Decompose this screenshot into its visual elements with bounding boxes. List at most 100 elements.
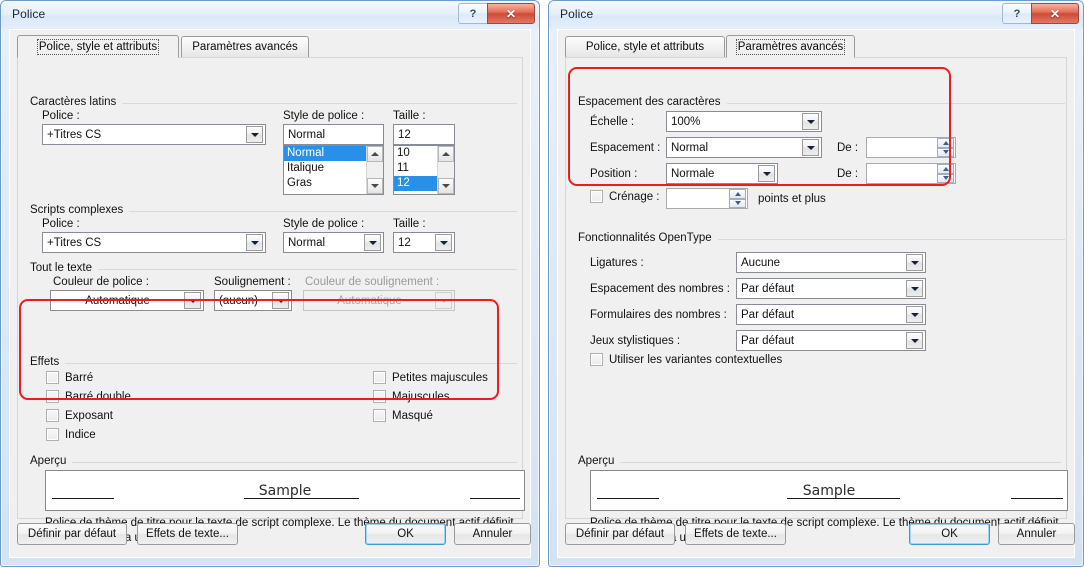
help-icon[interactable]: ? <box>1002 3 1031 24</box>
spinner-position-de[interactable] <box>866 163 956 184</box>
combo-echelle[interactable]: 100% <box>666 111 822 132</box>
combo-position[interactable]: Normale <box>666 163 778 184</box>
scroll-up-icon[interactable] <box>438 146 454 162</box>
spinner-down-icon[interactable] <box>729 198 746 208</box>
chevron-down-icon[interactable] <box>906 306 923 323</box>
chevron-down-icon[interactable] <box>906 254 923 271</box>
combo-style-complexe[interactable]: Normal <box>283 232 384 253</box>
combo-couleur-police[interactable]: Automatique <box>50 290 204 311</box>
chevron-down-icon[interactable] <box>435 234 452 251</box>
checkbox-exposant[interactable]: Exposant <box>46 409 113 422</box>
spinner-espacement-de[interactable] <box>866 137 956 158</box>
checkbox-box[interactable] <box>590 190 603 203</box>
checkbox-barre-double[interactable]: Barré double <box>46 390 131 403</box>
text-effects-button[interactable]: Effets de texte... <box>685 523 786 545</box>
combo-value: Normal <box>288 236 326 249</box>
checkbox-box[interactable] <box>46 428 59 441</box>
checkbox-box[interactable] <box>373 390 386 403</box>
combo-soulignement[interactable]: (aucun) <box>214 290 292 311</box>
tab-police-style-attributs[interactable]: Police, style et attributs <box>565 36 725 57</box>
chevron-down-icon[interactable] <box>184 292 201 309</box>
combo-espacement-nombres[interactable]: Par défaut <box>736 278 926 299</box>
combo-police-complexe[interactable]: +Titres CS <box>42 232 266 253</box>
combo-police-latin[interactable]: +Titres CS <box>42 124 266 145</box>
label-text: Couleur de police : <box>53 276 149 288</box>
chevron-down-icon[interactable] <box>758 165 775 182</box>
spinner-buttons[interactable] <box>937 138 954 157</box>
tab-police-style-attributs[interactable]: Police, style et attributs <box>17 35 179 58</box>
checkbox-box[interactable] <box>373 371 386 384</box>
combo-espacement[interactable]: Normal <box>666 137 822 158</box>
scroll-down-icon[interactable] <box>367 178 383 194</box>
button-label: Effets de texte... <box>694 528 777 540</box>
chevron-down-icon[interactable] <box>802 113 819 130</box>
tab-parametres-avances[interactable]: Paramètres avancés <box>726 35 855 58</box>
list-item[interactable]: 12 <box>394 176 437 191</box>
spinner-up-icon[interactable] <box>937 164 954 174</box>
combo-jeux-stylistiques[interactable]: Par défaut <box>736 330 926 351</box>
checkbox-box[interactable] <box>46 371 59 384</box>
preview-sample-text: Sample <box>802 482 856 499</box>
checkbox-box[interactable] <box>46 409 59 422</box>
chevron-down-icon[interactable] <box>246 126 263 143</box>
checkbox-crenage[interactable]: Crénage : <box>590 190 660 203</box>
checkbox-variantes-contextuelles[interactable]: Utiliser les variantes contextuelles <box>590 353 782 366</box>
spinner-buttons[interactable] <box>937 164 954 183</box>
chevron-down-icon[interactable] <box>246 234 263 251</box>
scroll-down-icon[interactable] <box>438 178 454 194</box>
tab-parametres-avances[interactable]: Paramètres avancés <box>181 36 309 57</box>
list-item[interactable]: 11 <box>394 161 437 176</box>
checkbox-majuscules[interactable]: Majuscules <box>373 390 450 403</box>
spinner-down-icon[interactable] <box>937 147 954 157</box>
help-icon[interactable]: ? <box>458 3 487 24</box>
checkbox-petites-majuscules[interactable]: Petites majuscules <box>373 371 488 384</box>
spinner-buttons[interactable] <box>729 189 746 208</box>
textbox-style-latin[interactable]: Normal <box>283 124 384 145</box>
spinner-up-icon[interactable] <box>729 189 746 199</box>
text-effects-button[interactable]: Effets de texte... <box>137 523 238 545</box>
checkbox-box[interactable] <box>373 409 386 422</box>
listbox-taille-latin[interactable]: 10 11 12 <box>393 145 455 195</box>
checkbox-indice[interactable]: Indice <box>46 428 96 441</box>
group-divider <box>30 269 517 270</box>
textbox-taille-latin[interactable]: 12 <box>393 124 455 145</box>
scroll-up-icon[interactable] <box>367 146 383 162</box>
checkbox-label: Majuscules <box>392 390 450 403</box>
set-default-button[interactable]: Définir par défaut <box>565 523 675 545</box>
titlebar-left[interactable]: Police ? ✕ <box>1 1 539 29</box>
chevron-down-icon[interactable] <box>272 292 289 309</box>
chevron-down-icon[interactable] <box>802 139 819 156</box>
list-item[interactable]: 10 <box>394 146 437 161</box>
list-item[interactable]: Normal <box>284 146 366 161</box>
titlebar-right[interactable]: Police ? ✕ <box>549 1 1083 29</box>
scrollbar-vertical[interactable] <box>366 146 383 194</box>
ok-button[interactable]: OK <box>365 523 446 545</box>
ok-button[interactable]: OK <box>909 523 990 545</box>
checkbox-box[interactable] <box>590 353 603 366</box>
list-item[interactable]: Italique <box>284 161 366 176</box>
combo-formulaires-nombres[interactable]: Par défaut <box>736 304 926 325</box>
combo-ligatures[interactable]: Aucune <box>736 252 926 273</box>
checkbox-barre[interactable]: Barré <box>46 371 93 384</box>
list-item[interactable]: Gras <box>284 176 366 191</box>
close-icon[interactable]: ✕ <box>1031 3 1079 24</box>
chevron-down-icon[interactable] <box>906 332 923 349</box>
checkbox-label: Utiliser les variantes contextuelles <box>609 353 783 366</box>
chevron-down-icon[interactable] <box>364 234 381 251</box>
spinner-crenage[interactable] <box>666 188 748 209</box>
spinner-up-icon[interactable] <box>937 138 954 148</box>
listbox-style-latin[interactable]: Normal Italique Gras <box>283 145 384 195</box>
spinner-down-icon[interactable] <box>937 173 954 183</box>
label-text: Police : <box>42 218 80 230</box>
set-default-button[interactable]: Définir par défaut <box>17 523 127 545</box>
checkbox-box[interactable] <box>46 390 59 403</box>
chevron-down-icon[interactable] <box>906 280 923 297</box>
group-title: Espacement des caractères <box>578 96 727 108</box>
close-icon[interactable]: ✕ <box>487 3 535 24</box>
combo-taille-complexe[interactable]: 12 <box>393 232 455 253</box>
font-dialog-left: Police ? ✕ Police, style et attributs Pa… <box>0 0 540 567</box>
scrollbar-vertical[interactable] <box>437 146 454 194</box>
checkbox-masque[interactable]: Masqué <box>373 409 433 422</box>
cancel-button[interactable]: Annuler <box>998 523 1075 545</box>
cancel-button[interactable]: Annuler <box>454 523 531 545</box>
